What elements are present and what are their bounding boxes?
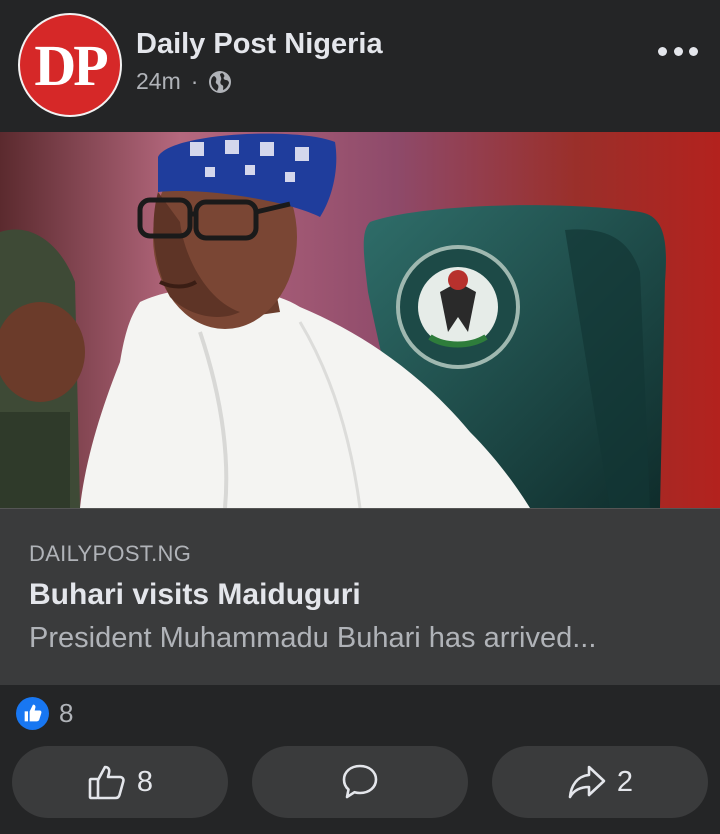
link-headline: Buhari visits Maiduguri <box>29 578 361 611</box>
post-photo[interactable] <box>0 132 720 508</box>
reactions-summary[interactable]: 8 <box>16 696 73 730</box>
globe-icon <box>209 70 232 93</box>
comment-button[interactable] <box>252 746 468 818</box>
dot-icon <box>673 46 683 56</box>
meta-separator: · <box>190 68 199 94</box>
post-actions: 8 2 <box>12 746 708 818</box>
dot-icon <box>689 46 698 56</box>
like-count: 8 <box>136 765 154 798</box>
link-preview-card[interactable]: DAILYPOST.NG Buhari visits Maiduguri Pre… <box>0 508 720 685</box>
avatar-logo-text: DP <box>34 32 108 98</box>
post-time[interactable]: 24m <box>136 68 181 95</box>
post-header: DP Daily Post Nigeria 24m · <box>0 0 720 132</box>
share-count: 2 <box>616 765 634 798</box>
reaction-count: 8 <box>59 697 74 728</box>
dot-icon <box>658 46 667 56</box>
like-button[interactable]: 8 <box>12 746 228 818</box>
like-icon <box>16 696 49 730</box>
link-domain: DAILYPOST.NG <box>29 541 192 566</box>
thumbs-up-icon <box>88 765 125 800</box>
share-button[interactable]: 2 <box>492 746 708 818</box>
page-avatar[interactable]: DP <box>18 13 122 117</box>
share-icon <box>568 765 606 799</box>
photo-illustration <box>0 132 720 508</box>
comment-icon <box>342 764 378 799</box>
link-description: President Muhammadu Buhari has arrived..… <box>29 622 597 654</box>
post-meta: 24m · <box>136 68 232 95</box>
page-name[interactable]: Daily Post Nigeria <box>136 28 383 61</box>
more-options-button[interactable] <box>658 40 698 62</box>
